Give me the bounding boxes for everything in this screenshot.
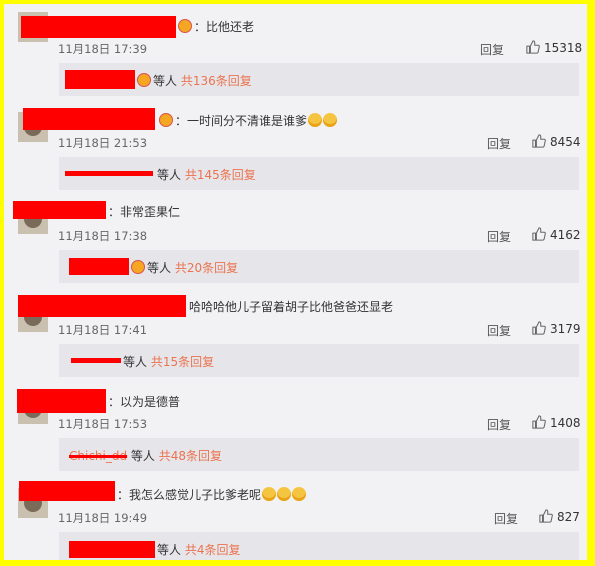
reply-button[interactable]: 回复 xyxy=(487,322,511,339)
redacted-username xyxy=(19,481,115,501)
thumbs-up-icon xyxy=(539,509,553,523)
comment-item: ：比他还老 11月18日 17:39 回复 15318 等人 共136条回复 xyxy=(4,8,587,102)
reply-summary[interactable]: 等人 共4条回复 xyxy=(59,532,579,560)
reply-suffix: 等人 xyxy=(153,74,178,88)
like-count: 3179 xyxy=(550,322,581,336)
like-count: 827 xyxy=(557,510,580,524)
reply-suffix: 等人 xyxy=(123,355,148,369)
view-replies-link[interactable]: 共48条回复 xyxy=(159,449,222,463)
like-button[interactable]: 8454 xyxy=(532,134,581,149)
view-replies-link[interactable]: 共15条回复 xyxy=(151,355,214,369)
like-button[interactable]: 1408 xyxy=(532,415,581,430)
face-emoji-icon xyxy=(262,487,277,501)
thumbs-up-icon xyxy=(532,134,546,148)
face-emoji-icon xyxy=(308,113,323,127)
like-count: 15318 xyxy=(544,41,583,55)
reply-summary[interactable]: 等人 共20条回复 xyxy=(59,250,579,283)
view-replies-link[interactable]: 共20条回复 xyxy=(175,261,238,275)
thumbs-up-icon xyxy=(532,321,546,335)
redacted-username xyxy=(23,108,155,130)
reply-summary[interactable]: Chichi_dd 等人 共48条回复 xyxy=(59,438,579,471)
view-replies-link[interactable]: 共145条回复 xyxy=(185,168,256,182)
like-button[interactable]: 3179 xyxy=(532,321,581,336)
thumbs-up-icon xyxy=(532,415,546,429)
thumbs-up-icon xyxy=(526,40,540,54)
reply-suffix: 等人 xyxy=(130,449,155,463)
redacted-username xyxy=(71,358,121,363)
comment-time: 11月18日 17:53 xyxy=(58,417,148,431)
redacted-username xyxy=(65,171,153,176)
redacted-username xyxy=(17,389,106,413)
reply-summary[interactable]: 等人 共136条回复 xyxy=(59,63,579,96)
like-button[interactable]: 4162 xyxy=(532,227,581,242)
thumbs-up-icon xyxy=(532,227,546,241)
comment-text: 哈哈哈他儿子留着胡子比他爸爸还显老 xyxy=(189,300,394,314)
like-count: 4162 xyxy=(550,228,581,242)
vip-badge-icon xyxy=(178,19,192,33)
reply-username[interactable]: Chichi_dd xyxy=(69,449,127,463)
like-count: 1408 xyxy=(550,416,581,430)
view-replies-link[interactable]: 共136条回复 xyxy=(181,74,252,88)
reply-summary[interactable]: 等人 共145条回复 xyxy=(59,157,579,190)
redacted-username xyxy=(13,201,106,219)
comment-item: ：一时间分不清谁是谁爹 11月18日 21:53 回复 8454 等人 共145… xyxy=(4,102,587,196)
like-button[interactable]: 827 xyxy=(539,509,580,524)
comment-text: ：一时间分不清谁是谁爹 xyxy=(159,112,338,129)
vip-badge-icon xyxy=(131,260,145,274)
face-emoji-icon xyxy=(292,487,307,501)
reply-button[interactable]: 回复 xyxy=(494,510,518,527)
comment-text: ：比他还老 xyxy=(178,18,254,35)
view-replies-link[interactable]: 共4条回复 xyxy=(185,543,241,557)
comment-time: 11月18日 17:39 xyxy=(58,42,148,56)
comment-item: ：非常歪果仁 11月18日 17:38 回复 4162 等人 共20条回复 xyxy=(4,196,587,290)
comment-text: ：非常歪果仁 xyxy=(108,205,181,219)
reply-button[interactable]: 回复 xyxy=(480,41,504,58)
comment-time: 11月18日 17:41 xyxy=(58,323,148,337)
comment-item: ：以为是德普 11月18日 17:53 回复 1408 Chichi_dd 等人… xyxy=(4,384,587,478)
vip-badge-icon xyxy=(159,113,173,127)
face-emoji-icon xyxy=(323,113,338,127)
reply-button[interactable]: 回复 xyxy=(487,416,511,433)
comment-item: ：我怎么感觉儿子比爹老呢 11月18日 19:49 回复 827 等人 共4条回… xyxy=(4,478,587,560)
redacted-username xyxy=(18,295,186,317)
redacted-username xyxy=(65,70,135,89)
like-button[interactable]: 15318 xyxy=(526,40,582,55)
vip-badge-icon xyxy=(137,73,151,87)
reply-suffix: 等人 xyxy=(157,168,182,182)
comment-item: 哈哈哈他儿子留着胡子比他爸爸还显老 11月18日 17:41 回复 3179 等… xyxy=(4,290,587,384)
comment-time: 11月18日 19:49 xyxy=(58,511,148,525)
face-emoji-icon xyxy=(277,487,292,501)
redacted-username xyxy=(69,541,155,558)
reply-button[interactable]: 回复 xyxy=(487,228,511,245)
comment-time: 11月18日 17:38 xyxy=(58,229,148,243)
reply-suffix: 等人 xyxy=(157,543,182,557)
like-count: 8454 xyxy=(550,135,581,149)
redacted-username xyxy=(69,258,129,275)
comment-text: ：以为是德普 xyxy=(108,395,181,409)
comment-list: ：比他还老 11月18日 17:39 回复 15318 等人 共136条回复 ：… xyxy=(4,4,587,560)
reply-summary[interactable]: 等人 共15条回复 xyxy=(59,344,579,377)
redacted-username xyxy=(21,16,176,38)
comment-time: 11月18日 21:53 xyxy=(58,136,148,150)
reply-suffix: 等人 xyxy=(147,261,172,275)
comment-text: ：我怎么感觉儿子比爹老呢 xyxy=(117,486,307,503)
reply-button[interactable]: 回复 xyxy=(487,135,511,152)
